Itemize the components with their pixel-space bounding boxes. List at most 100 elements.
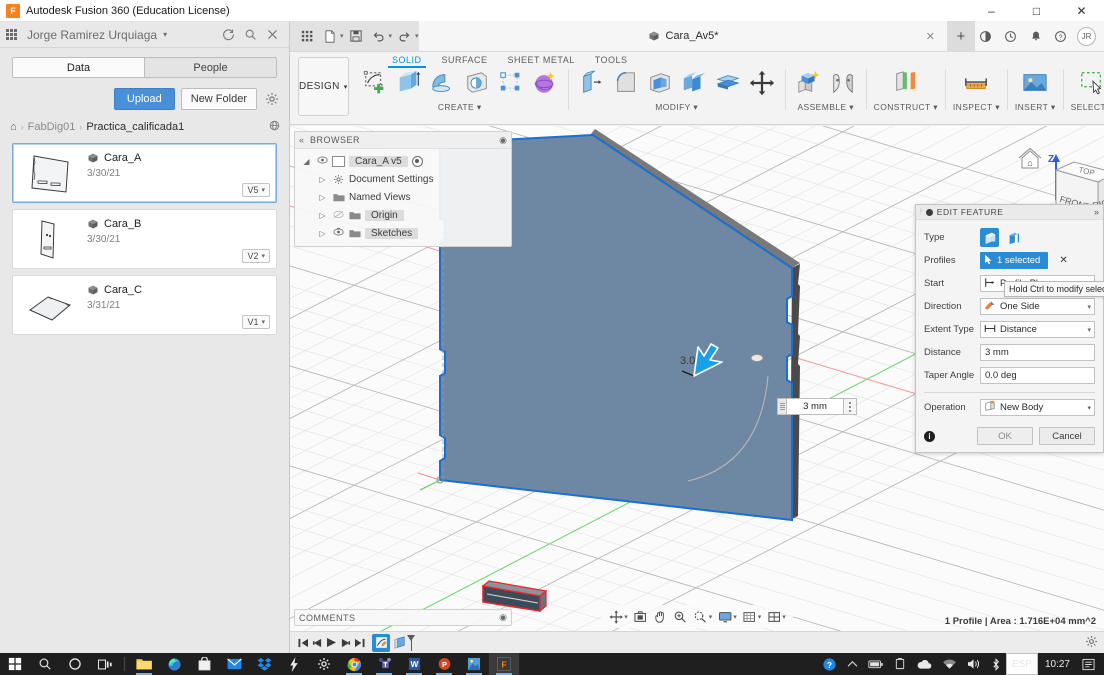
sweep-icon[interactable]	[461, 67, 493, 99]
combine-icon[interactable]	[678, 67, 710, 99]
list-item[interactable]: Cara_B 3/30/21 V2 ▾	[12, 209, 277, 269]
start-button[interactable]	[0, 653, 30, 675]
settings-icon[interactable]	[309, 653, 339, 675]
breadcrumb-item-folder[interactable]: Practica_calificada1	[86, 121, 184, 133]
file-version-badge[interactable]: V1 ▾	[242, 315, 270, 329]
browser-item-sketches[interactable]: ▷ Sketches	[295, 224, 511, 242]
cancel-button[interactable]: Cancel	[1039, 427, 1095, 445]
ribbon-group-label-select[interactable]: SELECT ▾	[1071, 102, 1104, 113]
ribbon-tab-sheet-metal[interactable]: SHEET METAL	[498, 54, 585, 68]
new-tab-button[interactable]: +	[947, 21, 975, 51]
search-icon[interactable]	[30, 653, 60, 675]
insert-image-icon[interactable]	[1019, 67, 1051, 99]
display-settings-icon[interactable]	[715, 607, 734, 626]
chevron-down-icon[interactable]: ▾	[709, 613, 713, 621]
close-window-button[interactable]: ✕	[1059, 0, 1104, 22]
manipulator-value[interactable]: 3 mm	[786, 398, 844, 415]
offset-plane-icon[interactable]	[890, 67, 922, 99]
distance-manipulator-input[interactable]: 3 mm	[777, 398, 857, 415]
refresh-icon[interactable]	[217, 24, 239, 46]
ribbon-group-label-create[interactable]: CREATE ▾	[438, 102, 482, 113]
new-component-icon[interactable]	[793, 67, 825, 99]
timeline-settings-gear-icon[interactable]	[1085, 635, 1098, 651]
chevron-down-icon[interactable]: ▾	[1087, 404, 1091, 412]
extrude-icon[interactable]	[393, 67, 425, 99]
profiles-selection-badge[interactable]: 1 selected	[980, 252, 1048, 269]
home-icon[interactable]: ⌂	[10, 121, 17, 133]
create-form-icon[interactable]	[529, 67, 561, 99]
upload-button[interactable]: Upload	[114, 88, 175, 110]
new-file-icon[interactable]	[320, 26, 339, 46]
grid-snaps-icon[interactable]	[740, 607, 759, 626]
powerpoint-icon[interactable]: P	[429, 653, 459, 675]
ribbon-group-label-modify[interactable]: MODIFY ▾	[655, 102, 698, 113]
maximize-button[interactable]: □	[1014, 0, 1059, 22]
ribbon-tab-tools[interactable]: TOOLS	[585, 54, 638, 68]
go-to-end-button[interactable]	[352, 635, 366, 651]
chevron-down-icon[interactable]: ▾	[1087, 303, 1091, 311]
distance-input[interactable]: 3 mm	[980, 344, 1095, 361]
go-to-beginning-button[interactable]	[296, 635, 310, 651]
breadcrumb-item-project[interactable]: FabDig01	[28, 121, 76, 133]
extrude-edge-icon[interactable]	[1004, 228, 1023, 247]
language-indicator[interactable]: ESP	[1006, 653, 1038, 675]
battery-icon[interactable]	[863, 653, 889, 675]
ribbon-group-label-insert[interactable]: INSERT ▾	[1015, 102, 1056, 113]
expand-dialog-icon[interactable]: »	[1094, 207, 1099, 217]
mail-icon[interactable]	[219, 653, 249, 675]
press-pull-icon[interactable]	[576, 67, 608, 99]
chrome-icon[interactable]	[339, 653, 369, 675]
avatar[interactable]: JR	[1077, 27, 1096, 46]
chevron-down-icon[interactable]: ▾	[389, 32, 393, 40]
ribbon-tab-solid[interactable]: SOLID	[382, 54, 432, 68]
browser-root-row[interactable]: ◢ Cara_A v5	[295, 152, 511, 170]
expand-triangle-icon[interactable]: ▷	[317, 211, 328, 220]
redo-icon[interactable]	[395, 26, 414, 46]
volume-icon[interactable]	[962, 653, 986, 675]
lightning-icon[interactable]	[279, 653, 309, 675]
tab-people[interactable]: People	[144, 58, 276, 77]
pan-icon[interactable]	[651, 607, 670, 626]
clear-selection-icon[interactable]: ✕	[1059, 255, 1067, 266]
dropbox-icon[interactable]	[249, 653, 279, 675]
workspace-selector[interactable]: DESIGN ▾	[298, 57, 349, 116]
chevron-down-icon[interactable]: ▾	[1087, 326, 1091, 334]
expand-triangle-icon[interactable]: ◢	[301, 157, 312, 166]
fillet-icon[interactable]	[610, 67, 642, 99]
zoom-window-icon[interactable]	[691, 607, 710, 626]
extrude-profile-icon[interactable]	[980, 228, 999, 247]
extent-type-dropdown[interactable]: Distance ▾	[980, 321, 1095, 338]
microsoft-store-icon[interactable]	[189, 653, 219, 675]
close-data-panel-icon[interactable]	[261, 24, 283, 46]
shell-icon[interactable]	[644, 67, 676, 99]
taper-angle-input[interactable]: 0.0 deg	[980, 367, 1095, 384]
comments-panel[interactable]: COMMENTS ◉	[294, 609, 512, 626]
edge-icon[interactable]	[159, 653, 189, 675]
wifi-icon[interactable]	[937, 653, 962, 675]
chevron-down-icon[interactable]: ▾	[624, 613, 628, 621]
timeline-feature-sketch[interactable]	[372, 634, 390, 652]
cortana-icon[interactable]	[60, 653, 90, 675]
file-explorer-icon[interactable]	[129, 653, 159, 675]
revolve-icon[interactable]	[427, 67, 459, 99]
gear-icon[interactable]	[263, 90, 281, 108]
ok-button[interactable]: OK	[977, 427, 1033, 445]
move-copy-icon[interactable]	[746, 67, 778, 99]
play-button[interactable]	[324, 635, 338, 651]
bluetooth-icon[interactable]	[986, 653, 1006, 675]
manipulator-menu-icon[interactable]	[844, 398, 857, 415]
browser-settings-icon[interactable]: ◉	[499, 135, 507, 146]
operation-dropdown[interactable]: New Body ▾	[980, 399, 1095, 416]
recent-icon[interactable]	[1000, 26, 1021, 47]
pattern-icon[interactable]	[495, 67, 527, 99]
show-hidden-icons-chevron[interactable]	[842, 653, 863, 675]
chevron-down-icon[interactable]: ▾	[340, 32, 344, 40]
timeline-marker[interactable]	[411, 635, 412, 651]
chevron-down-icon[interactable]: ▾	[733, 613, 737, 621]
teams-icon[interactable]	[369, 653, 399, 675]
dialog-grip-icon[interactable]: ⦙	[920, 207, 922, 217]
window-select-icon[interactable]	[1076, 67, 1104, 99]
visibility-eye-hidden-icon[interactable]	[332, 210, 344, 221]
save-icon[interactable]	[347, 26, 366, 46]
file-version-badge[interactable]: V5 ▾	[242, 183, 270, 197]
